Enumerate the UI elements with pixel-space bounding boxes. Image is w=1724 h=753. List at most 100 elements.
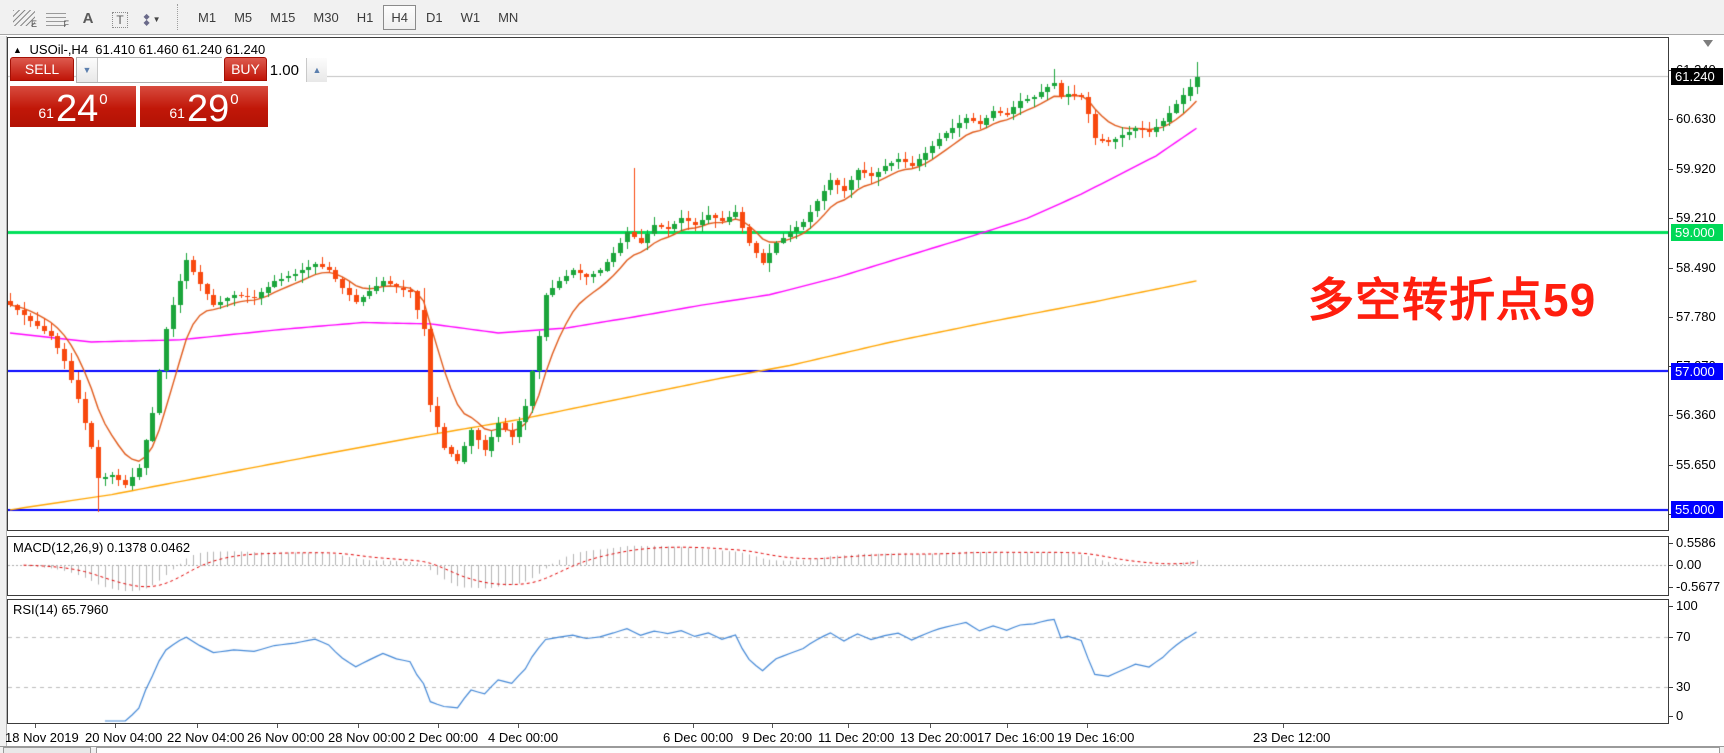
date-label: 13 Dec 20:00: [900, 730, 977, 745]
arrows-tool-button[interactable]: ◆◆ ▼: [139, 4, 165, 30]
buy-price-main: 29: [187, 94, 229, 124]
date-tick: [1283, 724, 1284, 728]
chart-symbol: USOil-,H4: [30, 42, 89, 57]
timeframe-button-m15[interactable]: M15: [262, 5, 303, 30]
text-box-tool-button[interactable]: T: [107, 4, 133, 30]
date-label: 19 Dec 16:00: [1057, 730, 1134, 745]
date-label: 4 Dec 00:00: [488, 730, 558, 745]
date-label: 2 Dec 00:00: [408, 730, 478, 745]
timeframe-button-h4[interactable]: H4: [383, 5, 416, 30]
price-badge-59.000: 59.000: [1671, 224, 1723, 241]
rsi-axis-label: 30: [1676, 679, 1690, 694]
date-label: 28 Nov 00:00: [328, 730, 405, 745]
macd-axis-tick: [1669, 587, 1673, 588]
one-click-trading-widget: SELL ▼ ▲ BUY 61 24 0 61 29 0: [10, 57, 268, 127]
date-tick: [115, 724, 116, 728]
date-tick: [1007, 724, 1008, 728]
date-label: 9 Dec 20:00: [742, 730, 812, 745]
rsi-axis-label: 70: [1676, 629, 1690, 644]
timeframe-button-mn[interactable]: MN: [490, 5, 526, 30]
text-label-tool-button[interactable]: A: [75, 4, 101, 30]
date-tick: [518, 724, 519, 728]
price-axis-label: 59.920: [1676, 161, 1716, 176]
price-axis-tick: [1669, 119, 1673, 120]
date-tick: [772, 724, 773, 728]
date-tick: [693, 724, 694, 728]
volume-increase-button[interactable]: ▲: [306, 58, 327, 82]
buy-button[interactable]: BUY: [224, 57, 267, 81]
price-axis-tick: [1669, 268, 1673, 269]
price-badge-55.000: 55.000: [1671, 501, 1723, 518]
chart-ohlc-values: 61.410 61.460 61.240 61.240: [95, 42, 265, 57]
price-badge-61.240: 61.240: [1671, 68, 1723, 85]
fibonacci-tool-badge: F: [64, 19, 70, 29]
sell-price-sup: 0: [99, 91, 107, 108]
buy-price-prefix: 61: [169, 105, 185, 121]
price-axis-label: 55.650: [1676, 457, 1716, 472]
rsi-axis-tick: [1669, 716, 1673, 717]
fibonacci-tool-button[interactable]: F: [43, 4, 69, 30]
macd-panel: [7, 536, 1669, 596]
price-axis-tick: [1669, 465, 1673, 466]
text-box-icon: T: [112, 12, 127, 28]
window-left-edge: [0, 36, 7, 753]
date-tick: [1087, 724, 1088, 728]
date-label: 17 Dec 16:00: [977, 730, 1054, 745]
timeframe-button-d1[interactable]: D1: [418, 5, 451, 30]
price-axis-label: 59.210: [1676, 210, 1716, 225]
macd-label: MACD(12,26,9) 0.1378 0.0462: [13, 540, 190, 555]
sell-price-main: 24: [56, 94, 98, 124]
timeframe-button-h1[interactable]: H1: [349, 5, 382, 30]
rsi-axis-tick: [1669, 606, 1673, 607]
date-label: 20 Nov 04:00: [85, 730, 162, 745]
price-axis-label: 60.630: [1676, 111, 1716, 126]
timeframe-group: M1M5M15M30H1H4D1W1MN: [189, 5, 527, 30]
buy-price-box[interactable]: 61 29 0: [140, 86, 268, 127]
price-badge-57.000: 57.000: [1671, 363, 1723, 380]
arrows-icon: ◆◆: [143, 14, 149, 26]
price-axis-tick: [1669, 218, 1673, 219]
macd-axis-tick: [1669, 543, 1673, 544]
up-triangle-icon: ▲: [13, 45, 22, 55]
sell-price-box[interactable]: 61 24 0: [10, 86, 136, 127]
timeframe-button-m1[interactable]: M1: [190, 5, 224, 30]
chart-shift-marker-icon[interactable]: [1703, 40, 1713, 47]
date-label: 6 Dec 00:00: [663, 730, 733, 745]
text-label-icon: A: [83, 10, 94, 28]
chart-tab-bar[interactable]: [96, 747, 1720, 753]
chevron-down-icon: ▼: [153, 15, 161, 24]
rsi-canvas[interactable]: [8, 600, 1668, 723]
price-axis-label: 58.490: [1676, 260, 1716, 275]
rsi-axis-tick: [1669, 637, 1673, 638]
timeframe-button-m5[interactable]: M5: [226, 5, 260, 30]
rsi-axis-label: 0: [1676, 708, 1683, 723]
toolbar: E F A T ◆◆ ▼ M1M5M15M30H1H4D1W1MN: [0, 0, 1724, 35]
price-axis-tick: [1669, 317, 1673, 318]
date-label: 11 Dec 20:00: [818, 730, 894, 745]
date-tick: [35, 724, 36, 728]
sell-button[interactable]: SELL: [10, 57, 74, 81]
chart-text-annotation: 多空转折点59: [1308, 264, 1596, 330]
date-label: 26 Nov 00:00: [247, 730, 324, 745]
chart-tab[interactable]: [3, 747, 91, 753]
buy-price-sup: 0: [230, 91, 238, 108]
macd-axis-tick: [1669, 565, 1673, 566]
price-axis-label: 57.780: [1676, 309, 1716, 324]
rsi-panel: [7, 599, 1669, 724]
price-axis-tick: [1669, 169, 1673, 170]
timeframe-button-w1[interactable]: W1: [453, 5, 489, 30]
price-axis-tick: [1669, 415, 1673, 416]
rsi-axis-label: 100: [1676, 598, 1698, 613]
volume-input[interactable]: [98, 58, 306, 82]
volume-stepper: ▼ ▲: [76, 57, 222, 83]
volume-decrease-button[interactable]: ▼: [77, 58, 98, 82]
rsi-label: RSI(14) 65.7960: [13, 602, 108, 617]
date-label: 18 Nov 2019: [5, 730, 79, 745]
date-tick: [197, 724, 198, 728]
timeframe-button-m30[interactable]: M30: [305, 5, 346, 30]
channel-tool-button[interactable]: E: [11, 4, 37, 30]
macd-axis-label: 0.5586: [1676, 535, 1716, 550]
macd-canvas[interactable]: [8, 537, 1668, 595]
date-label: 23 Dec 12:00: [1253, 730, 1330, 745]
macd-axis-label: 0.00: [1676, 557, 1701, 572]
